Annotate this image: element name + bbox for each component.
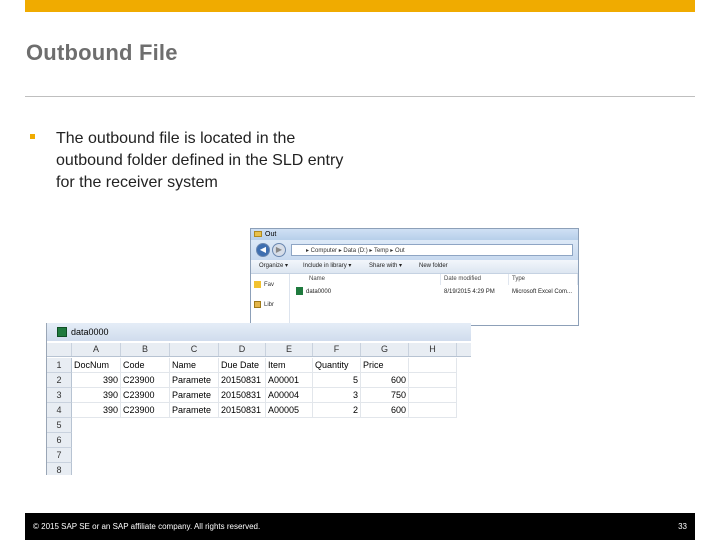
share-with-button[interactable]: Share with ▾ [369, 260, 402, 273]
column-header-h[interactable]: H [409, 343, 457, 356]
cell[interactable]: Item [266, 358, 313, 373]
cell[interactable]: 20150831 [219, 388, 266, 403]
navigation-pane: Fav Libr [251, 274, 290, 325]
cell[interactable]: Price [361, 358, 409, 373]
column-header-g[interactable]: G [361, 343, 409, 356]
cell[interactable]: 20150831 [219, 403, 266, 418]
cell[interactable]: 5 [313, 373, 361, 388]
forward-arrow-icon[interactable]: ▶ [272, 243, 286, 257]
cell[interactable]: Due Date [219, 358, 266, 373]
excel-titlebar: data0000 [47, 323, 471, 341]
excel-window: data0000 A B C D E F G H 1 2 3 4 5 6 7 8… [46, 323, 471, 475]
column-header-b[interactable]: B [121, 343, 170, 356]
library-icon [254, 300, 261, 308]
cell[interactable]: C23900 [121, 388, 170, 403]
row-header[interactable]: 6 [47, 433, 72, 448]
cell[interactable] [409, 373, 457, 388]
select-all-corner[interactable] [47, 343, 72, 356]
footer-bar: © 2015 SAP SE or an SAP affiliate compan… [25, 513, 695, 540]
row-header[interactable]: 5 [47, 418, 72, 433]
cell[interactable]: Paramete [170, 388, 219, 403]
row-header[interactable]: 2 [47, 373, 72, 388]
explorer-address-bar: ◀ ▶ ▸ Computer ▸ Data (D:) ▸ Temp ▸ Out [251, 240, 578, 260]
folder-icon [254, 231, 262, 237]
row-header[interactable]: 3 [47, 388, 72, 403]
file-date: 8/19/2015 4:29 PM [444, 289, 495, 295]
cell[interactable]: A00005 [266, 403, 313, 418]
cell[interactable]: Quantity [313, 358, 361, 373]
cell[interactable]: 3 [313, 388, 361, 403]
column-header-d[interactable]: D [219, 343, 266, 356]
row-header[interactable]: 7 [47, 448, 72, 463]
row-header[interactable]: 1 [47, 358, 72, 373]
column-header-e[interactable]: E [266, 343, 313, 356]
explorer-title: Out [265, 231, 277, 238]
cell[interactable]: C23900 [121, 373, 170, 388]
cell[interactable] [409, 403, 457, 418]
cell[interactable]: C23900 [121, 403, 170, 418]
column-header-type[interactable]: Type [509, 274, 578, 285]
cell[interactable]: 20150831 [219, 373, 266, 388]
cell[interactable]: 600 [361, 403, 409, 418]
explorer-toolbar: Organize ▾ Include in library ▾ Share wi… [251, 260, 578, 274]
nav-item-favorites[interactable]: Fav [254, 280, 288, 290]
column-header-name[interactable]: Name [306, 274, 441, 285]
cell[interactable]: A00001 [266, 373, 313, 388]
bullet-text: The outbound file is located in the outb… [56, 130, 344, 191]
copyright-text: © 2015 SAP SE or an SAP affiliate compan… [33, 522, 261, 531]
cell[interactable]: Paramete [170, 373, 219, 388]
cell[interactable]: Name [170, 358, 219, 373]
file-type: Microsoft Excel Com... [512, 289, 573, 295]
address-input[interactable]: ▸ Computer ▸ Data (D:) ▸ Temp ▸ Out [291, 244, 573, 256]
column-header-f[interactable]: F [313, 343, 361, 356]
new-folder-button[interactable]: New folder [419, 260, 448, 273]
slide-title: Outbound File [26, 40, 178, 65]
cell[interactable]: 390 [72, 403, 121, 418]
cell[interactable]: 390 [72, 373, 121, 388]
bullet-marker-icon [30, 134, 35, 139]
cell[interactable] [409, 358, 457, 373]
cell[interactable]: 2 [313, 403, 361, 418]
explorer-titlebar: Out [251, 229, 578, 240]
cell[interactable]: A00004 [266, 388, 313, 403]
title-divider [25, 96, 695, 97]
back-arrow-icon[interactable]: ◀ [256, 243, 270, 257]
star-icon [254, 280, 261, 288]
organize-button[interactable]: Organize ▾ [259, 260, 288, 273]
nav-item-libraries[interactable]: Libr [254, 300, 288, 310]
excel-file-icon [296, 287, 303, 296]
cell[interactable]: Code [121, 358, 170, 373]
file-row[interactable]: data0000 [296, 287, 331, 298]
column-header-row: A B C D E F G H [47, 343, 471, 357]
cell[interactable]: Paramete [170, 403, 219, 418]
nav-item-label: Fav [264, 282, 275, 288]
cell[interactable] [409, 388, 457, 403]
excel-title: data0000 [71, 327, 109, 337]
cell[interactable]: 390 [72, 388, 121, 403]
file-name: data0000 [306, 289, 332, 295]
page-number: 33 [678, 522, 687, 531]
nav-item-label: Libr [264, 302, 275, 308]
cell[interactable]: 750 [361, 388, 409, 403]
column-header-date[interactable]: Date modified [441, 274, 509, 285]
cell[interactable]: DocNum [72, 358, 121, 373]
column-header-c[interactable]: C [170, 343, 219, 356]
bullet-item: The outbound file is located in the outb… [30, 128, 360, 194]
row-header[interactable]: 8 [47, 463, 72, 475]
explorer-body: Fav Libr Name Date modified Type data000… [251, 274, 578, 325]
excel-icon [57, 327, 67, 337]
explorer-window: Out ◀ ▶ ▸ Computer ▸ Data (D:) ▸ Temp ▸ … [250, 228, 579, 326]
column-header-a[interactable]: A [72, 343, 121, 356]
top-accent-bar [25, 0, 695, 12]
include-in-library-button[interactable]: Include in library ▾ [303, 260, 351, 273]
row-header[interactable]: 4 [47, 403, 72, 418]
cell[interactable]: 600 [361, 373, 409, 388]
